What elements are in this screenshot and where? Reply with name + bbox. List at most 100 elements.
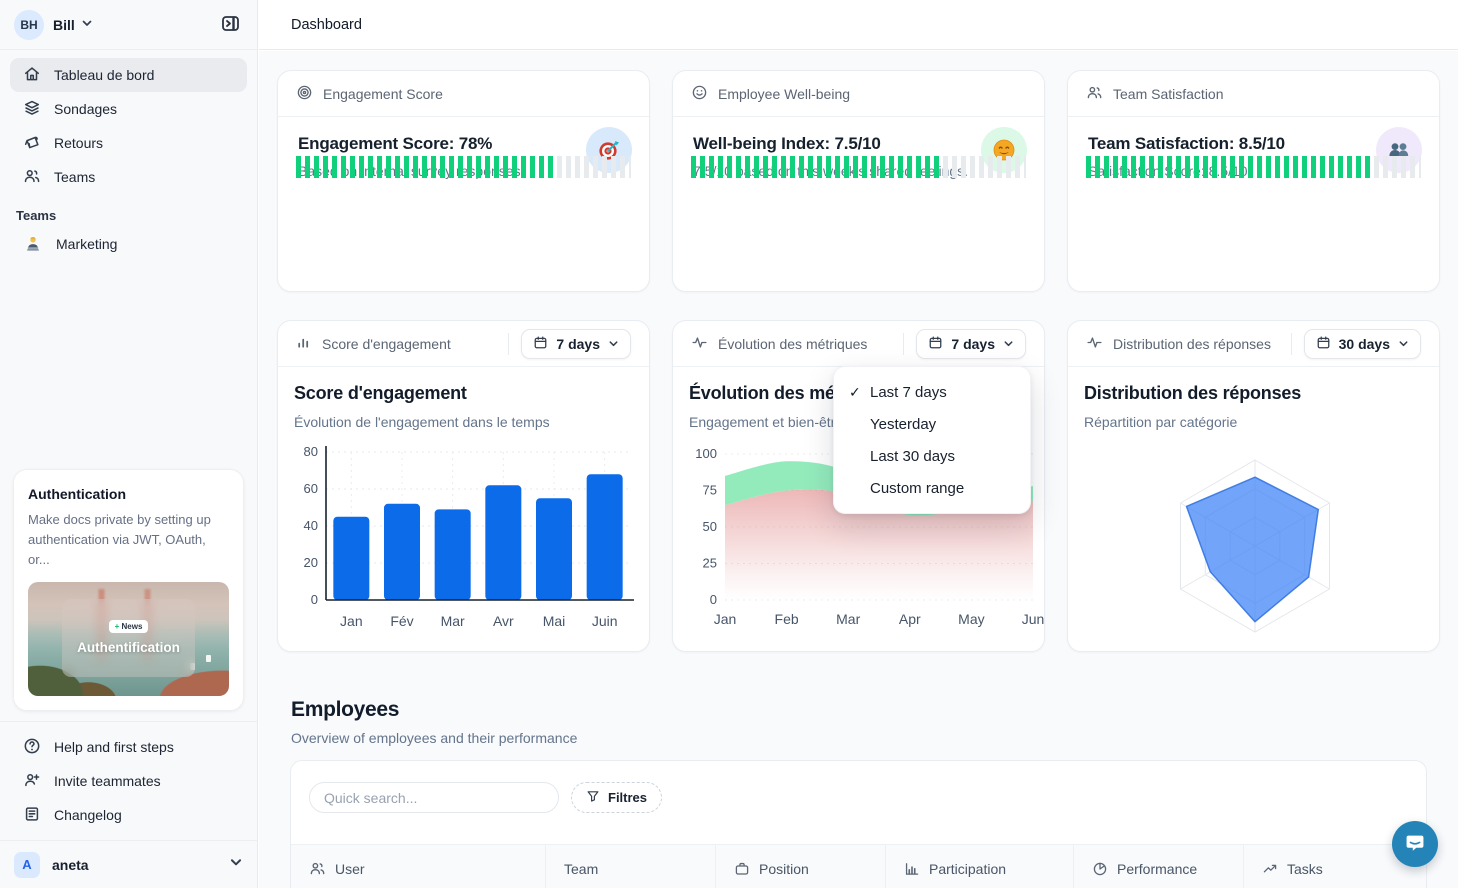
svg-text:100: 100 bbox=[695, 446, 717, 461]
activity-icon bbox=[1086, 334, 1103, 354]
workspace-avatar: A bbox=[14, 852, 40, 878]
kpi-card-body: Team Satisfaction: 8.5/10 Satisfaction S… bbox=[1068, 117, 1439, 196]
workspace-switcher[interactable]: A aneta bbox=[0, 840, 257, 888]
svg-text:Juin: Juin bbox=[592, 613, 618, 629]
sidebar-item-retours[interactable]: Retours bbox=[10, 126, 247, 160]
employees-table-card: Filtres User Team Position Participation… bbox=[290, 760, 1427, 888]
svg-text:50: 50 bbox=[703, 519, 717, 534]
chart-subtitle: Évolution de l'engagement dans le temps bbox=[294, 414, 635, 430]
column-header-team[interactable]: Team bbox=[545, 845, 715, 888]
svg-text:Jan: Jan bbox=[340, 613, 363, 629]
calendar-icon bbox=[1316, 335, 1331, 353]
sidebar-item-marketing[interactable]: Marketing bbox=[10, 227, 247, 261]
kpi-card-wellbeing: Employee Well-being Well-being Index: 7.… bbox=[672, 70, 1045, 292]
changelog-icon bbox=[23, 805, 41, 826]
table-header-row: User Team Position Participation Perform… bbox=[291, 844, 1426, 888]
column-header-performance[interactable]: Performance bbox=[1073, 845, 1243, 888]
column-header-position[interactable]: Position bbox=[715, 845, 885, 888]
chevron-down-icon bbox=[1003, 336, 1014, 352]
chat-launcher-button[interactable] bbox=[1392, 821, 1438, 867]
table-toolbar: Filtres bbox=[291, 761, 1426, 834]
range-selector-button[interactable]: 30 days bbox=[1304, 329, 1421, 359]
range-selector-button[interactable]: 7 days bbox=[521, 329, 631, 359]
sidebar-item-label: Invite teammates bbox=[54, 773, 161, 789]
sidebar-nav: Tableau de bord Sondages Retours Teams bbox=[10, 58, 247, 261]
sidebar-header: BH Bill bbox=[0, 0, 257, 50]
kpi-card-body: Engagement Score: 78% Based on internal … bbox=[278, 117, 649, 196]
filters-button[interactable]: Filtres bbox=[571, 782, 662, 813]
search-input[interactable] bbox=[309, 782, 559, 813]
column-header-user[interactable]: User bbox=[291, 845, 545, 888]
chat-bubble-icon bbox=[1404, 832, 1426, 857]
user-menu-trigger[interactable]: Bill bbox=[53, 17, 75, 33]
sidebar-item-changelog[interactable]: Changelog bbox=[10, 798, 247, 832]
sidebar-item-label: Teams bbox=[54, 169, 95, 185]
users-icon bbox=[23, 167, 41, 188]
menu-item-last-7-days[interactable]: ✓ Last 7 days bbox=[834, 376, 1030, 408]
svg-text:20: 20 bbox=[304, 555, 318, 570]
promo-image-golden-gate[interactable]: + News Authentification bbox=[28, 582, 229, 696]
engagement-progress-bar bbox=[296, 156, 631, 178]
column-label: User bbox=[335, 861, 365, 877]
column-label: Position bbox=[759, 861, 809, 877]
chart-card-body: Distribution des réponses Répartition pa… bbox=[1068, 367, 1439, 648]
technologist-icon bbox=[23, 235, 43, 253]
svg-text:Mai: Mai bbox=[543, 613, 566, 629]
chart-card-response-distribution: Distribution des réponses 30 days Distri… bbox=[1067, 320, 1440, 652]
kpi-value: Team Satisfaction: 8.5/10 bbox=[1088, 134, 1419, 154]
kpi-card-header: Employee Well-being bbox=[673, 71, 1044, 117]
kpi-card-body: Well-being Index: 7.5/10 7.5/10 based on… bbox=[673, 117, 1044, 196]
promo-title: Authentication bbox=[28, 486, 229, 502]
range-selector-button[interactable]: 7 days bbox=[916, 329, 1026, 359]
svg-text:80: 80 bbox=[304, 444, 318, 459]
range-label: 30 days bbox=[1339, 336, 1390, 352]
chevron-down-icon bbox=[81, 16, 93, 34]
menu-item-custom-range[interactable]: Custom range bbox=[834, 472, 1030, 504]
employees-subtitle: Overview of employees and their performa… bbox=[291, 730, 577, 746]
divider bbox=[903, 333, 904, 355]
dashboard-page: BH Bill Tableau de bord bbox=[0, 0, 1458, 888]
avatar[interactable]: BH bbox=[14, 10, 44, 40]
home-icon bbox=[23, 65, 41, 86]
chart-card-header: Distribution des réponses 30 days bbox=[1068, 321, 1439, 367]
sidebar-item-help[interactable]: Help and first steps bbox=[10, 730, 247, 764]
column-header-participation[interactable]: Participation bbox=[885, 845, 1073, 888]
menu-item-label: Yesterday bbox=[870, 416, 936, 433]
filters-label: Filtres bbox=[608, 790, 647, 805]
kpi-value: Well-being Index: 7.5/10 bbox=[693, 134, 1024, 154]
column-label: Participation bbox=[929, 861, 1006, 877]
kpi-card-label: Engagement Score bbox=[323, 86, 443, 102]
sidebar-footer-nav: Help and first steps Invite teammates Ch… bbox=[0, 722, 257, 840]
menu-item-last-30-days[interactable]: Last 30 days bbox=[834, 440, 1030, 472]
sidebar: BH Bill Tableau de bord bbox=[0, 0, 258, 888]
wellbeing-progress-bar bbox=[691, 156, 1026, 178]
kpi-value: Engagement Score: 78% bbox=[298, 134, 629, 154]
chevron-down-icon bbox=[1398, 336, 1409, 352]
user-plus-icon bbox=[23, 771, 41, 792]
sidebar-item-teams[interactable]: Teams bbox=[10, 160, 247, 194]
chart-card-label: Évolution des métriques bbox=[718, 336, 867, 352]
chart-card-header: Évolution des métriques 7 days bbox=[673, 321, 1044, 367]
chart-card-label: Distribution des réponses bbox=[1113, 336, 1271, 352]
range-dropdown-menu: ✓ Last 7 days Yesterday Last 30 days Cus… bbox=[833, 366, 1031, 514]
help-circle-icon bbox=[23, 737, 41, 758]
collapse-sidebar-button[interactable] bbox=[217, 12, 243, 38]
range-label: 7 days bbox=[951, 336, 995, 352]
sidebar-item-tableau-de-bord[interactable]: Tableau de bord bbox=[10, 58, 247, 92]
menu-item-label: Last 7 days bbox=[870, 384, 947, 401]
calendar-icon bbox=[533, 335, 548, 353]
svg-text:Jan: Jan bbox=[714, 611, 737, 627]
layers-icon bbox=[23, 99, 41, 120]
menu-item-yesterday[interactable]: Yesterday bbox=[834, 408, 1030, 440]
sidebar-item-invite[interactable]: Invite teammates bbox=[10, 764, 247, 798]
promo-card-authentication[interactable]: Authentication Make docs private by sett… bbox=[13, 469, 244, 711]
users-icon bbox=[1086, 84, 1103, 104]
svg-text:40: 40 bbox=[304, 518, 318, 533]
panel-collapse-icon bbox=[221, 14, 240, 36]
chart-card-engagement-score: Score d'engagement 7 days Score d'engage… bbox=[277, 320, 650, 652]
sidebar-item-sondages[interactable]: Sondages bbox=[10, 92, 247, 126]
chart-card-header: Score d'engagement 7 days bbox=[278, 321, 649, 367]
kpi-card-header: Team Satisfaction bbox=[1068, 71, 1439, 117]
kpi-card-label: Team Satisfaction bbox=[1113, 86, 1224, 102]
smile-icon bbox=[691, 84, 708, 104]
